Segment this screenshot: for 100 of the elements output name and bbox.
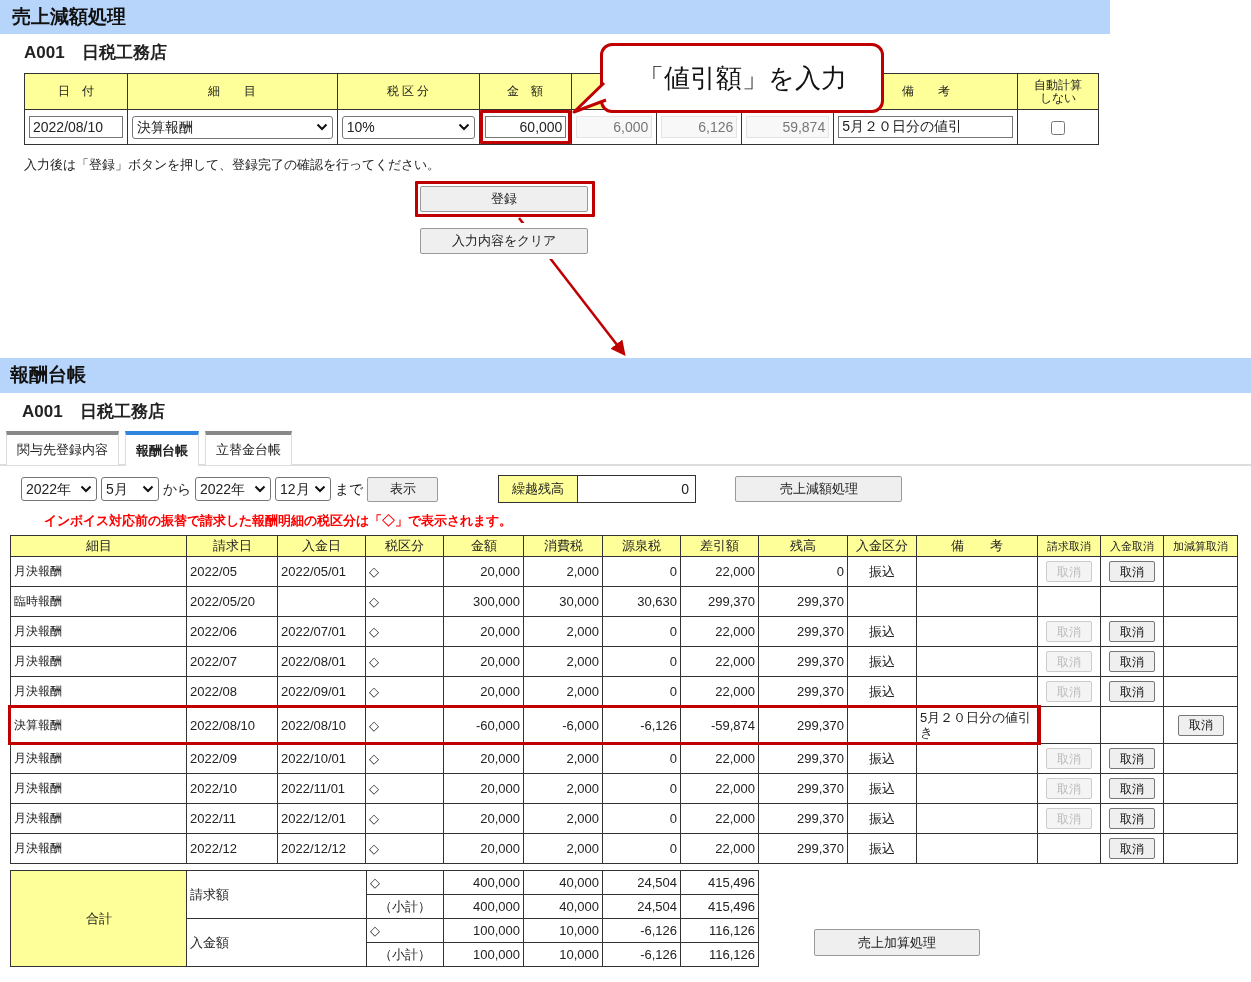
column-header: 自動計算しない [1033,78,1083,105]
column-header: 源泉税 [622,538,661,554]
table-cell: 月決報酬 [14,811,62,825]
table-cell: 0 [669,811,677,826]
label: から [163,479,191,499]
table-cell: 2022/08/10 [281,717,347,733]
table-cell: 40,000 [559,874,599,890]
cancel-button[interactable]: 取消 [1109,621,1155,642]
table-cell: 2,000 [566,751,599,766]
table-cell: 24,504 [637,898,677,914]
cancel-button[interactable]: 取消 [1109,748,1155,769]
table-cell: 415,496 [708,898,755,914]
checkbox[interactable] [1051,120,1065,135]
table-cell: 299,370 [797,841,844,856]
table-cell: 振込 [869,751,895,766]
table-cell: 2022/05/01 [281,564,347,579]
table-cell: 299,370 [708,594,755,609]
table-cell: ◇ [369,624,379,639]
table-cell: 20,000 [480,781,520,796]
button[interactable]: 登録 [420,185,588,212]
column-header: 細 目 [208,84,257,98]
table-cell: 299,370 [797,811,844,826]
table-cell: 月決報酬 [14,751,62,765]
callout: 「値引額」を入力 [600,43,884,113]
table-cell: ◇ [369,654,379,669]
table-cell: 2022/06 [190,624,237,639]
table-cell: 振込 [869,781,895,796]
table-cell: 2022/08 [190,684,237,699]
table-cell: 月決報酬 [14,684,62,698]
table-cell: 10,000 [559,922,599,938]
table-cell: 20,000 [480,751,520,766]
table-cell: 2022/09 [190,751,237,766]
table-cell: 22,000 [715,684,755,699]
table-cell: 月決報酬 [14,781,62,795]
dropdown[interactable]: 決算報酬 [131,115,333,139]
input-field[interactable]: 5月２０日分の値引 [838,116,1013,138]
table-cell: 415,496 [708,874,755,890]
label: 合計 [85,910,112,926]
table-cell: 月決報酬 [14,841,62,855]
dropdown[interactable]: 10% [341,115,475,139]
table-cell: 2022/07 [190,654,237,669]
table-cell: 0 [669,841,677,856]
column-header: 差引額 [700,538,739,554]
column-header: 細目 [85,538,112,554]
table-cell: 2022/12 [190,841,237,856]
chevron-down-icon [314,485,326,493]
input-field[interactable]: 60,000 [484,116,567,138]
column-header: 税 区 分 [386,84,430,98]
column-header: 入金取消 [1110,539,1154,552]
cancel-button[interactable]: 取消 [1109,651,1155,672]
label: 入金額 [190,934,229,950]
column-header: 残高 [790,538,816,554]
dropdown[interactable]: 5月 [101,477,159,501]
table-cell: 2022/12/12 [281,841,347,856]
dropdown[interactable]: 12月 [275,477,331,501]
table-cell: 2022/09/01 [281,684,347,699]
table-cell: 0 [669,624,677,639]
tab[interactable]: 報酬台帳 [125,431,199,466]
tab[interactable]: 立替金台帳 [205,431,292,465]
table-cell: 2022/08/10 [190,717,256,733]
button[interactable]: 売上減額処理 [735,476,902,502]
button[interactable]: 入力内容をクリア [420,227,588,254]
button[interactable]: 売上加算処理 [814,929,980,956]
table-cell: 2022/05/20 [190,594,256,609]
chevron-down-icon [457,123,470,131]
table-cell: ◇ [369,684,379,699]
dropdown[interactable]: 2022年 [195,477,271,501]
table-cell: ◇ [369,781,379,796]
table-cell: 振込 [869,841,895,856]
disabled-field: 6,126 [661,116,738,138]
cancel-button[interactable]: 取消 [1109,681,1155,702]
section-title: 報酬台帳 [0,358,1251,393]
cancel-button[interactable]: 取消 [1109,778,1155,799]
column-header: 入金区分 [856,538,908,554]
chevron-down-icon [315,123,328,131]
column-header: 日 付 [57,84,94,98]
tab[interactable]: 関与先登録内容 [6,431,119,465]
table-cell: 2,000 [566,811,599,826]
input-field[interactable]: 2022/08/10 [29,116,123,138]
table-cell: 20,000 [480,811,520,826]
table-cell: 22,000 [715,781,755,796]
cancel-button[interactable]: 取消 [1109,808,1155,829]
table-cell: 100,000 [473,922,520,938]
client-name: A001 日税工務店 [24,42,168,62]
dropdown[interactable]: 2022年 [21,477,97,501]
table-cell: ◇ [369,751,379,766]
table-cell: 2,000 [566,841,599,856]
table-cell: 0 [836,564,844,579]
table-cell: 20,000 [480,624,520,639]
cancel-button[interactable]: 取消 [1109,561,1155,582]
table-cell: 22,000 [715,811,755,826]
table-cell: ◇ [370,922,380,938]
table-cell: ◇ [369,811,379,826]
remark-text: 5月２０日分の値引き [920,710,1032,740]
table-cell: 116,126 [708,946,755,962]
cancel-button[interactable]: 取消 [1109,838,1155,859]
button[interactable]: 表示 [367,476,438,502]
cancel-button[interactable]: 取消 [1177,714,1224,736]
table-cell: （小計） [379,946,431,962]
table-cell: 振込 [869,684,895,699]
